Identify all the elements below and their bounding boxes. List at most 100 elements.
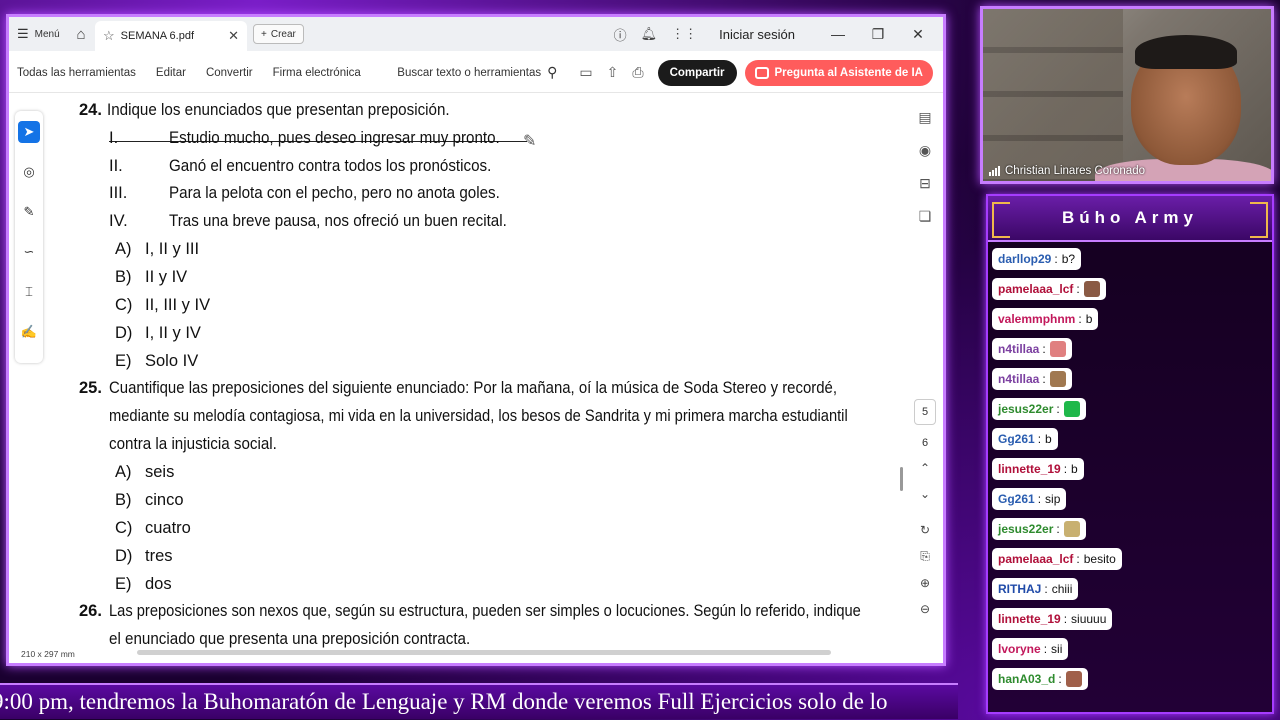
menu-edit[interactable]: Editar: [146, 67, 196, 79]
option-letter: D): [115, 324, 133, 342]
menu-button[interactable]: ☰ Menú: [9, 26, 67, 42]
bookshelf-background: [983, 9, 1123, 181]
chat-username[interactable]: lvoryne: [998, 642, 1041, 656]
new-tab-button[interactable]: + Crear: [253, 24, 304, 44]
participant-label: Christian Linares Coronado: [989, 165, 1145, 177]
apps-grid-icon[interactable]: ⋮⋮: [671, 26, 697, 42]
option-letter: A): [115, 240, 132, 258]
emote-icon: [1063, 521, 1080, 537]
chat-username[interactable]: RITHAJ: [998, 582, 1041, 596]
menu-convert[interactable]: Convertir: [196, 67, 263, 79]
pages-icon[interactable]: ❏: [919, 208, 932, 225]
fill-sign-icon[interactable]: ✍: [18, 321, 40, 343]
current-page[interactable]: 5: [914, 399, 936, 425]
left-tool-rail: ➤ ◎ ✎ ∽ ⌶ ✍: [15, 111, 43, 363]
comment-icon[interactable]: ◎: [18, 161, 40, 183]
rotate-icon[interactable]: ↻: [920, 523, 930, 537]
chat-text: sip: [1045, 492, 1061, 506]
upload-cloud-icon[interactable]: ⇧: [607, 64, 619, 81]
chat-username[interactable]: n4tillaa: [998, 372, 1039, 386]
chat-message: linnette_19: b: [992, 458, 1084, 480]
chat-separator: :: [1044, 582, 1048, 596]
horizontal-scrollbar[interactable]: [137, 650, 831, 655]
live-chat-panel: Búho Army darllop29: b? pamelaaa_lcf: valem…: [986, 194, 1274, 714]
next-page-number[interactable]: 6: [922, 437, 928, 449]
select-cursor-icon[interactable]: ➤: [18, 121, 40, 143]
statement: I.: [109, 129, 119, 147]
chat-username[interactable]: darllop29: [998, 252, 1051, 266]
chat-username[interactable]: hanA03_d: [998, 672, 1055, 686]
menu-e-sign[interactable]: Firma electrónica: [263, 67, 371, 79]
extract-page-icon[interactable]: ⎘: [920, 549, 930, 564]
chat-username[interactable]: jesus22er: [998, 522, 1053, 536]
statement-text: Estudio mucho, pues deseo ingresar muy p…: [169, 129, 500, 147]
question-text-line: Cuantifique las preposiciones del siguie…: [109, 379, 838, 397]
bookmark-icon[interactable]: ⊟: [919, 175, 931, 192]
chevron-down-icon[interactable]: ⌄: [920, 487, 930, 501]
restore-icon[interactable]: ❐: [865, 26, 891, 43]
chat-username[interactable]: linnette_19: [998, 462, 1061, 476]
pdf-page-content: 24. Indique los enunciados que presentan…: [65, 97, 885, 657]
close-tab-icon[interactable]: ✕: [228, 28, 239, 44]
chat-separator: :: [1037, 492, 1042, 506]
chat-text: siuuuu: [1071, 612, 1107, 626]
chat-separator: :: [1054, 252, 1058, 266]
chat-username[interactable]: pamelaaa_lcf: [998, 552, 1073, 566]
chat-username[interactable]: linnette_19: [998, 612, 1061, 626]
star-icon[interactable]: ☆: [103, 28, 115, 44]
chat-username[interactable]: Gg261: [998, 432, 1035, 446]
chat-text: chiii: [1051, 582, 1073, 596]
comments-panel-icon[interactable]: ◉: [919, 142, 931, 159]
option-letter: B): [115, 268, 132, 286]
option-text: dos: [145, 575, 172, 593]
share-button[interactable]: Compartir: [657, 59, 737, 86]
save-icon[interactable]: ▭: [579, 64, 592, 81]
main-toolbar: Todas las herramientas Editar Convertir …: [9, 53, 943, 93]
ai-assistant-button[interactable]: Pregunta al Asistente de IA: [744, 59, 933, 86]
menu-all-tools[interactable]: Todas las herramientas: [9, 67, 146, 79]
minimize-icon[interactable]: —: [825, 26, 851, 42]
search-tools[interactable]: Buscar texto o herramientas ⚲: [397, 64, 557, 81]
zoom-in-icon[interactable]: ⊕: [920, 576, 930, 590]
chat-message: Gg261: b: [992, 428, 1058, 450]
ai-summary-icon[interactable]: ▤: [918, 109, 931, 126]
home-icon[interactable]: ⌂: [67, 26, 95, 43]
question-24-title: 24. Indique los enunciados que presentan…: [79, 101, 479, 120]
chat-message: linnette_19: siuuuu: [992, 608, 1113, 630]
chat-message: Gg261: sip: [992, 488, 1067, 510]
chat-username[interactable]: pamelaaa_lcf: [998, 282, 1073, 296]
option-letter: A): [115, 463, 132, 481]
close-window-icon[interactable]: ✕: [905, 26, 931, 43]
bell-icon[interactable]: 🔔︎: [641, 26, 658, 42]
question-text-line: el enunciado que presenta una preposició…: [109, 630, 471, 648]
vertical-scrollbar[interactable]: [900, 467, 903, 491]
sign-in-button[interactable]: Iniciar sesión: [719, 27, 795, 42]
chat-message: jesus22er:: [992, 518, 1086, 540]
tab-title: SEMANA 6.pdf: [120, 30, 195, 42]
pen-highlight-icon[interactable]: ✎: [18, 201, 40, 223]
question-text-line: Las preposiciones son nexos que, según s…: [109, 602, 861, 620]
ai-assistant-label: Pregunta al Asistente de IA: [774, 66, 923, 79]
option-text: Solo IV: [145, 352, 199, 370]
question-text: Indique los enunciados que presentan pre…: [106, 101, 450, 119]
chat-username[interactable]: n4tillaa: [998, 342, 1039, 356]
option-text: I, II y IV: [145, 324, 201, 342]
chat-username[interactable]: Gg261: [998, 492, 1035, 506]
chat-text: besito: [1083, 552, 1116, 566]
plus-icon: +: [261, 28, 267, 40]
right-panel-rail: ▤ ◉ ⊟ ❏: [911, 109, 939, 225]
chevron-up-icon[interactable]: ⌃: [920, 461, 930, 475]
draw-freehand-icon[interactable]: ∽: [18, 241, 40, 263]
help-icon[interactable]: ⓘ: [614, 25, 627, 44]
chat-username[interactable]: valemmphnm: [998, 312, 1075, 326]
new-tab-label: Crear: [270, 28, 296, 40]
text-select-icon[interactable]: ⌶: [18, 281, 40, 303]
tab-document[interactable]: ☆ SEMANA 6.pdf ✕: [95, 21, 247, 51]
option-letter: D): [115, 547, 133, 565]
emote-icon: [1083, 281, 1100, 297]
print-icon[interactable]: ⎙: [632, 64, 643, 81]
chat-username[interactable]: jesus22er: [998, 402, 1053, 416]
webcam-feed: Christian Linares Coronado: [980, 6, 1274, 184]
chat-text: b?: [1061, 252, 1076, 266]
zoom-out-icon[interactable]: ⊖: [920, 602, 930, 616]
